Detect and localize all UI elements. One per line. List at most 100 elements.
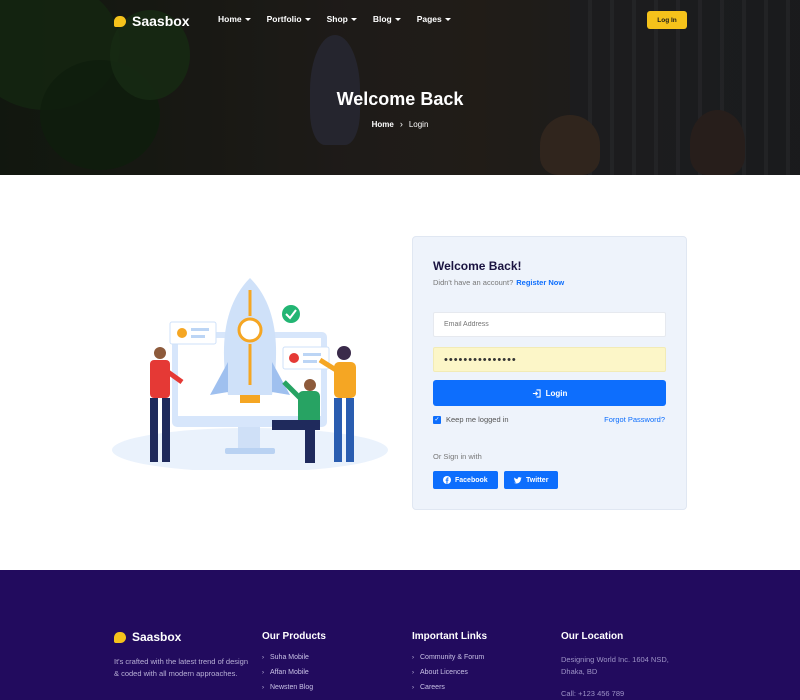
- twitter-label: Twitter: [526, 476, 549, 484]
- chevron-right-icon: ›: [412, 684, 414, 691]
- register-prompt-text: Didn't have an account?: [433, 278, 514, 287]
- footer-link[interactable]: › Affan Mobile: [262, 669, 326, 676]
- page-title: Welcome Back: [336, 89, 464, 109]
- chevron-right-icon: ›: [262, 654, 264, 661]
- footer-column-title: Our Products: [262, 631, 326, 642]
- footer-links-column: Important Links › Community & Forum › Abou…: [412, 631, 487, 699]
- check-badge-icon: [282, 305, 300, 323]
- caret-down-icon: [394, 17, 401, 21]
- facebook-label: Facebook: [455, 476, 488, 484]
- chevron-right-icon: ›: [412, 669, 414, 676]
- person-head: [304, 379, 316, 391]
- breadcrumb: Home › Login: [0, 119, 800, 129]
- main-nav: Home Portfolio Shop Blog Pages: [218, 14, 451, 24]
- brand-name: Saasbox: [132, 13, 190, 29]
- password-field[interactable]: [433, 347, 666, 372]
- floating-card-line: [191, 335, 205, 338]
- footer-column-title: Important Links: [412, 631, 488, 642]
- facebook-icon: [443, 476, 451, 484]
- nav-item-portfolio[interactable]: Portfolio: [267, 14, 311, 24]
- nav-label: Home: [218, 14, 242, 24]
- footer-link-label: About Licences: [420, 669, 468, 676]
- remember-checkbox[interactable]: ✓: [433, 415, 441, 424]
- facebook-button[interactable]: Facebook: [433, 471, 498, 489]
- nav-label: Pages: [416, 14, 442, 24]
- person-torso: [334, 362, 356, 398]
- footer-link[interactable]: › Community & Forum: [412, 654, 487, 661]
- login-card: Welcome Back! Didn't have an account? Reg…: [412, 236, 687, 510]
- footer-address: Designing World Inc. 1604 NSD, Dhaka, BD: [561, 655, 669, 676]
- person-legs: [150, 398, 158, 462]
- nav-label: Blog: [372, 14, 392, 24]
- footer-link[interactable]: › Suha Mobile: [262, 654, 326, 661]
- login-button[interactable]: Login: [433, 380, 666, 406]
- rocket-window: [237, 317, 263, 343]
- breadcrumb-current: Login: [408, 119, 429, 129]
- rocket-nozzle: [240, 395, 260, 403]
- twitter-icon: [514, 477, 522, 484]
- footer-phone: Call: +123 456 789: [561, 689, 625, 698]
- login-illustration: [112, 278, 388, 470]
- footer-link-label: Newsten Blog: [270, 684, 314, 691]
- chevron-right-icon: ›: [412, 654, 414, 661]
- caret-down-icon: [244, 17, 251, 21]
- sign-in-icon: [532, 388, 541, 398]
- floating-card-dot: [177, 328, 187, 338]
- breadcrumb-separator-icon: ›: [399, 119, 403, 129]
- login-button-label: Login: [545, 388, 568, 398]
- email-field[interactable]: [433, 312, 666, 337]
- footer-link-label: Careers: [420, 684, 445, 691]
- person-head: [337, 346, 351, 360]
- logo-mark-icon: [114, 15, 126, 27]
- remember-label: Keep me logged in: [446, 415, 509, 424]
- nav-label: Shop: [326, 14, 348, 24]
- register-link[interactable]: Register Now: [516, 278, 564, 287]
- login-title: Welcome Back!: [433, 259, 522, 273]
- footer-link-label: Affan Mobile: [270, 669, 309, 676]
- monitor-base: [225, 448, 275, 454]
- footer-brand-logo[interactable]: Saasbox: [114, 630, 181, 644]
- footer-brand-name: Saasbox: [132, 630, 182, 644]
- nav-item-shop[interactable]: Shop: [327, 14, 357, 24]
- footer-location-column: Our Location Designing World Inc. 1604 N…: [561, 631, 681, 700]
- footer-link[interactable]: › Newsten Blog: [262, 684, 326, 691]
- person-legs: [305, 425, 315, 463]
- register-prompt: Didn't have an account? Register Now: [433, 278, 564, 287]
- person-legs: [162, 398, 170, 462]
- brand-logo[interactable]: Saasbox: [114, 13, 190, 29]
- site-footer: Saasbox It's crafted with the latest tre…: [0, 570, 800, 700]
- twitter-button[interactable]: Twitter: [504, 471, 559, 489]
- forgot-password-link[interactable]: Forgot Password?: [604, 415, 665, 424]
- caret-down-icon: [304, 17, 311, 21]
- nav-item-pages[interactable]: Pages: [417, 14, 451, 24]
- breadcrumb-home[interactable]: Home: [372, 120, 394, 129]
- hero-banner: Saasbox Home Portfolio Shop Blog Pages L…: [0, 0, 800, 175]
- footer-column-title: Our Location: [561, 631, 624, 642]
- person-legs: [346, 398, 354, 462]
- nav-item-blog[interactable]: Blog: [373, 14, 401, 24]
- header-login-button[interactable]: Log In: [647, 11, 687, 29]
- footer-link[interactable]: › Careers: [412, 684, 487, 691]
- footer-link-label: Suha Mobile: [270, 654, 309, 661]
- person-head: [154, 347, 166, 359]
- footer-link[interactable]: › About Licences: [412, 669, 487, 676]
- chevron-right-icon: ›: [262, 669, 264, 676]
- nav-label: Portfolio: [266, 14, 302, 24]
- monitor-stand: [238, 427, 260, 449]
- footer-about-text: It's crafted with the latest trend of de…: [114, 657, 249, 678]
- floating-card-line: [191, 328, 209, 331]
- social-signin-label: Or Sign in with: [433, 452, 482, 461]
- person-legs: [334, 398, 342, 462]
- floating-card-dot: [289, 353, 299, 363]
- floating-card-line: [303, 353, 321, 356]
- caret-down-icon: [444, 17, 451, 21]
- remember-me: ✓ Keep me logged in: [433, 415, 509, 424]
- floating-card: [169, 321, 217, 345]
- logo-mark-icon: [114, 631, 126, 643]
- nav-item-home[interactable]: Home: [218, 14, 251, 24]
- floating-card-line: [303, 360, 317, 363]
- footer-link-label: Community & Forum: [420, 654, 485, 661]
- footer-products-column: Our Products › Suha Mobile › Affan Mobile …: [262, 631, 326, 699]
- chevron-right-icon: ›: [262, 684, 264, 691]
- person-torso: [150, 360, 170, 398]
